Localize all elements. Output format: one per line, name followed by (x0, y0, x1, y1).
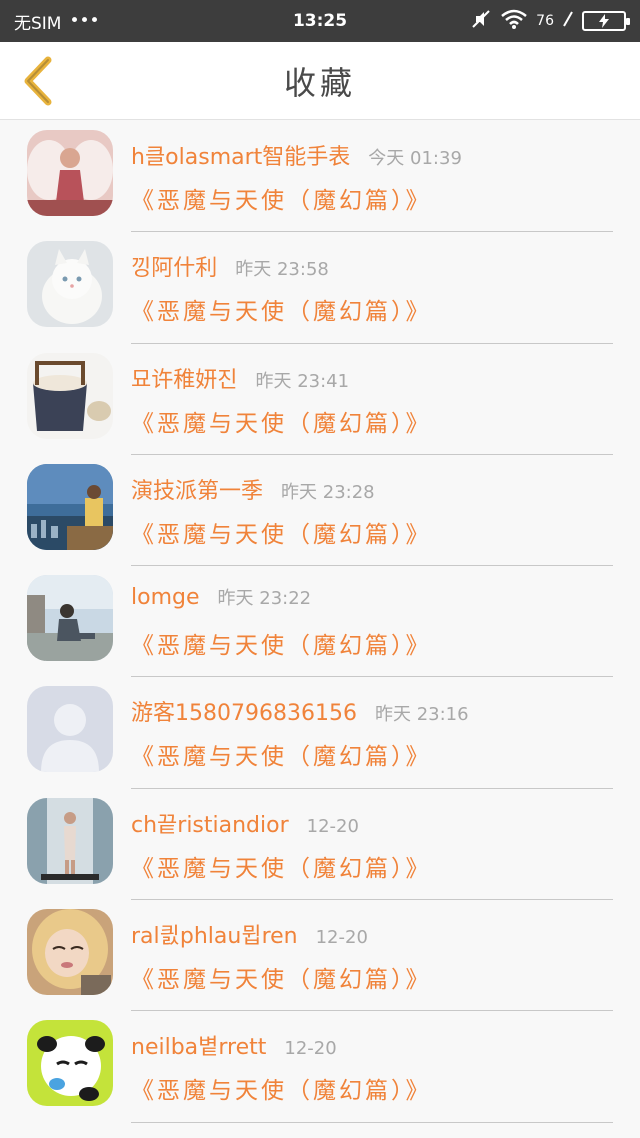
favorite-subject[interactable]: 《恶魔与天使（魔幻篇）》 (131, 960, 432, 994)
city-view-avatar[interactable] (27, 463, 113, 550)
favorite-item[interactable]: 游客1580796836156 昨天 23:16 《恶魔与天使（魔幻篇）》 (0, 677, 640, 789)
status-bar: 无SIM ••• 13:25 76 (0, 0, 640, 42)
header-bar: 收藏 (0, 42, 640, 120)
favorite-time: 昨天 23:22 (217, 588, 312, 610)
mute-icon (470, 8, 492, 35)
divider (131, 1121, 613, 1123)
user-name[interactable]: ral킔phlau뮙ren (131, 918, 298, 950)
wifi-icon (500, 8, 528, 35)
user-name[interactable]: 演技派第一季 (131, 473, 263, 505)
angel-avatar[interactable] (27, 130, 113, 216)
user-name[interactable]: 游客1580796836156 (131, 695, 357, 727)
favorite-time: 昨天 23:28 (281, 481, 375, 503)
favorite-time: 昨天 23:58 (235, 259, 329, 281)
favorite-meta: h클olasmart智能手表 今天 01:39 (131, 139, 462, 171)
user-name[interactable]: h클olasmart智能手表 (131, 139, 350, 171)
sitting-man-avatar[interactable] (27, 575, 113, 662)
favorite-item[interactable]: h클olasmart智能手表 今天 01:39 《恶魔与天使（魔幻篇）》 (0, 121, 640, 233)
favorite-meta: 낑阿什利 昨天 23:58 (131, 250, 329, 282)
favorite-meta: 游客1580796836156 昨天 23:16 (131, 695, 469, 727)
favorite-time: 昨天 23:16 (374, 704, 469, 726)
favorite-item[interactable]: neilba볕rrett 12-20 《恶魔与天使（魔幻篇）》 (0, 1011, 640, 1123)
favorite-time: 12-20 (284, 1038, 337, 1060)
favorite-time: 昨天 23:41 (255, 370, 350, 392)
favorite-subject[interactable]: 《恶魔与天使（魔幻篇）》 (131, 1071, 432, 1105)
favorite-subject[interactable]: 《恶魔与天使（魔幻篇）》 (131, 404, 432, 438)
user-name[interactable]: 낑阿什利 (131, 250, 217, 282)
favorite-subject[interactable]: 《恶魔与天使（魔幻篇）》 (131, 849, 432, 883)
favorite-subject[interactable]: 《恶魔与天使（魔幻篇）》 (131, 626, 432, 660)
favorite-meta: lomge 昨天 23:22 (131, 584, 311, 610)
white-cat-avatar[interactable] (27, 241, 113, 328)
battery-icon (582, 11, 630, 31)
favorite-meta: 묘许稚妍진 昨天 23:41 (131, 362, 349, 394)
notification-dots: ••• (69, 11, 100, 31)
favorite-time: 12-20 (306, 815, 359, 837)
favorite-subject[interactable]: 《恶魔与天使（魔幻篇）》 (131, 181, 432, 215)
favorites-list: h클olasmart智能手表 今天 01:39 《恶魔与天使（魔幻篇）》 낑阿什… (0, 121, 640, 1123)
battery-percent: 76 (536, 13, 554, 29)
cartoon-panda-avatar[interactable] (27, 1020, 113, 1107)
blonde-woman-avatar[interactable] (27, 909, 113, 996)
status-right: 76 (470, 8, 630, 35)
favorite-meta: 演技派第一季 昨天 23:28 (131, 473, 375, 505)
favorite-item[interactable]: 演技派第一季 昨天 23:28 《恶魔与天使（魔幻篇）》 (0, 455, 640, 567)
standing-woman-avatar[interactable] (27, 797, 113, 884)
signal-off-icon (562, 10, 574, 33)
favorite-item[interactable]: 묘许稚妍진 昨天 23:41 《恶魔与天使（魔幻篇）》 (0, 344, 640, 455)
favorite-subject[interactable]: 《恶魔与天使（魔幻篇）》 (131, 737, 432, 771)
favorite-subject[interactable]: 《恶魔与天使（魔幻篇）》 (131, 292, 432, 326)
user-name[interactable]: neilba볕rrett (131, 1029, 266, 1061)
favorite-meta: ral킔phlau뮙ren 12-20 (131, 918, 368, 950)
user-name[interactable]: ch끝ristiandior (131, 807, 289, 839)
favorite-meta: neilba볕rrett 12-20 (131, 1029, 337, 1061)
page-title: 收藏 (283, 63, 356, 102)
favorite-item[interactable]: ral킔phlau뮙ren 12-20 《恶魔与天使（魔幻篇）》 (0, 900, 640, 1012)
favorite-meta: ch끝ristiandior 12-20 (131, 807, 359, 839)
user-name[interactable]: 묘许稚妍진 (131, 362, 237, 394)
favorite-item[interactable]: 낑阿什利 昨天 23:58 《恶魔与天使（魔幻篇）》 (0, 232, 640, 344)
chevron-left-icon (24, 56, 52, 106)
bucket-avatar[interactable] (27, 352, 113, 439)
status-left: 无SIM ••• (14, 9, 100, 34)
back-button[interactable] (14, 56, 62, 106)
user-name[interactable]: lomge (131, 585, 200, 610)
favorite-time: 12-20 (315, 927, 368, 949)
favorite-time: 今天 01:39 (368, 148, 462, 169)
favorite-item[interactable]: ch끝ristiandior 12-20 《恶魔与天使（魔幻篇）》 (0, 789, 640, 901)
favorite-item[interactable]: lomge 昨天 23:22 《恶魔与天使（魔幻篇）》 (0, 566, 640, 678)
favorite-subject[interactable]: 《恶魔与天使（魔幻篇）》 (131, 515, 432, 549)
default-person-avatar[interactable] (27, 686, 113, 773)
carrier-label: 无SIM (14, 13, 62, 34)
